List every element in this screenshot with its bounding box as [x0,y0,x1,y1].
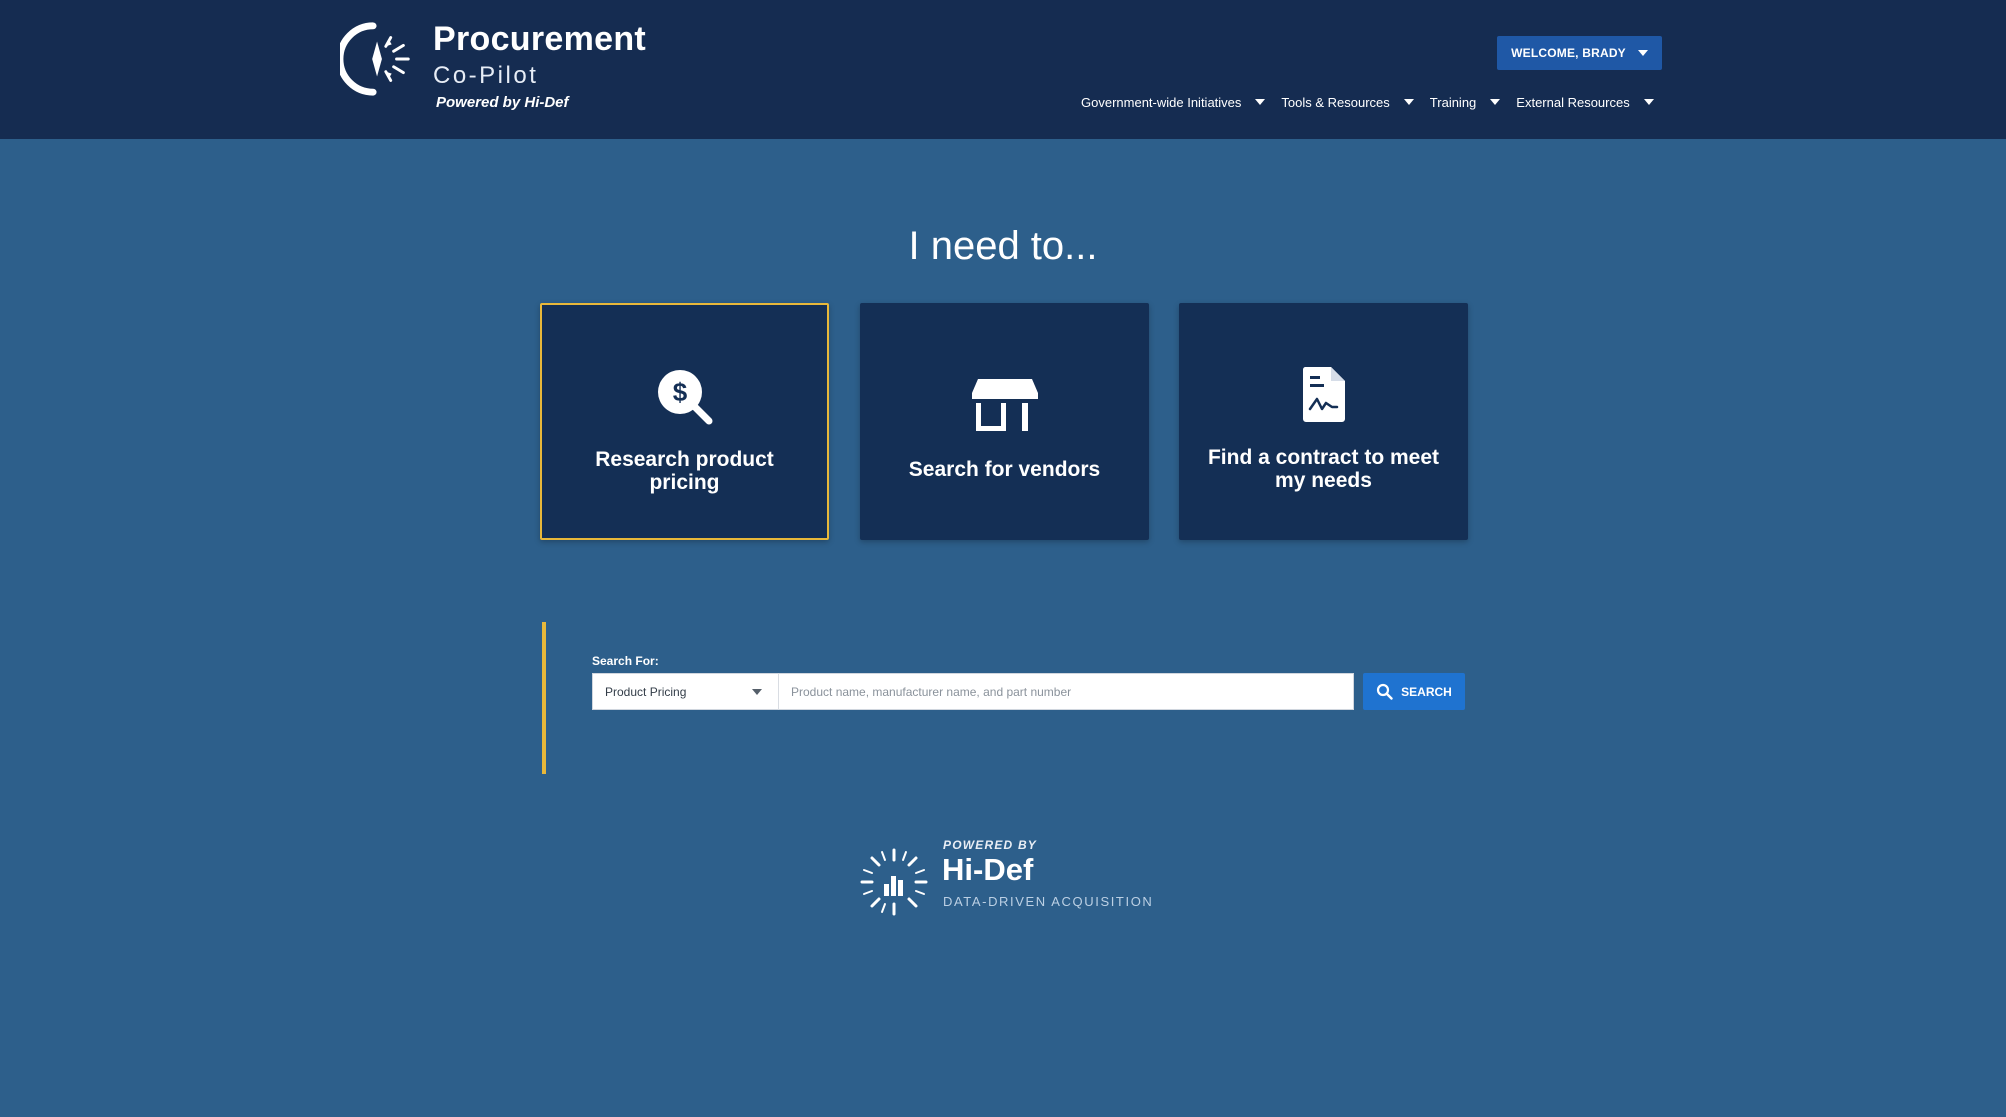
nav-item-government-wide-initiatives[interactable]: Government-wide Initiatives [1081,94,1266,110]
chevron-down-icon [1637,50,1648,56]
search-for-label: Search For: [592,654,659,668]
card-label: Find a contract to meet my needs [1207,446,1440,492]
card-label: Search for vendors [908,458,1101,481]
nav-item-label: Tools & Resources [1281,94,1390,110]
svg-text:$: $ [672,377,687,407]
procurement-copilot-logo[interactable]: Procurement Co-Pilot Powered by Hi-Def [340,18,660,118]
nav-item-tools-resources[interactable]: Tools & Resources [1281,94,1414,110]
search-type-select[interactable]: Product Pricing [592,673,779,710]
chevron-down-icon [1490,99,1501,105]
card-label: Research product pricing [595,448,774,494]
welcome-user-menu-button[interactable]: WELCOME, BRADY [1497,36,1662,70]
nav-item-label: External Resources [1516,94,1630,110]
welcome-label: WELCOME, BRADY [1511,46,1626,60]
search-type-value: Product Pricing [605,684,687,699]
signed-document-icon [1302,367,1345,422]
card-research-product-pricing[interactable]: $ Research product pricing [540,303,829,540]
footer-powered-by: POWERED BY [943,838,1038,852]
nav-item-label: Government-wide Initiatives [1081,94,1242,110]
chevron-down-icon [752,688,762,695]
dollar-magnifier-icon: $ [657,370,712,425]
nav-item-label: Training [1429,94,1477,110]
card-search-for-vendors[interactable]: Search for vendors [860,303,1149,540]
compass-logo-icon [340,22,410,96]
brand-powered-by: Powered by Hi-Def [436,94,569,111]
search-accent-bar [542,622,546,774]
storefront-icon [971,379,1038,431]
page: Procurement Co-Pilot Powered by Hi-Def W… [0,0,2006,1117]
main-nav: Government-wide Initiatives Tools & Reso… [1081,91,1654,113]
chevron-down-icon [1643,99,1654,105]
card-find-contract[interactable]: Find a contract to meet my needs [1179,303,1468,540]
hi-def-burst-logo-icon [860,848,928,916]
search-button-label: SEARCH [1401,684,1452,699]
search-button[interactable]: SEARCH [1363,673,1465,710]
chevron-down-icon [1403,99,1414,105]
page-heading: I need to... [908,224,1098,268]
top-header: Procurement Co-Pilot Powered by Hi-Def W… [0,0,2006,139]
hi-def-footer-logo: POWERED BY Hi-Def DATA-DRIVEN ACQUISITIO… [858,836,1158,920]
chevron-down-icon [1255,99,1266,105]
nav-item-training[interactable]: Training [1429,94,1501,110]
footer-brand: Hi-Def [942,852,1034,887]
search-icon [1377,683,1393,700]
footer-tagline: DATA-DRIVEN ACQUISITION [943,894,1154,909]
search-input[interactable] [779,673,1354,710]
brand-subtitle: Co-Pilot [433,62,539,89]
nav-item-external-resources[interactable]: External Resources [1516,94,1654,110]
brand-title: Procurement [433,20,647,58]
